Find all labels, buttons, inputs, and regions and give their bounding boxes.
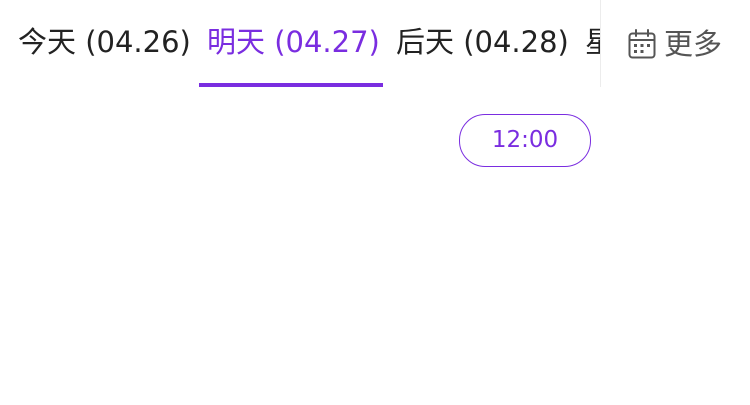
date-tab-day-after[interactable]: 后天 (04.28) bbox=[396, 0, 569, 87]
more-dates-button[interactable]: 更多 bbox=[628, 24, 722, 64]
date-tab-today[interactable]: 今天 (04.26) bbox=[18, 0, 191, 87]
more-dates-area: 更多 bbox=[600, 0, 750, 87]
active-tab-indicator bbox=[199, 83, 383, 87]
time-slot-button[interactable]: 12:00 bbox=[459, 114, 591, 167]
more-dates-label: 更多 bbox=[664, 27, 723, 61]
date-tab-weekday[interactable]: 星 bbox=[585, 0, 600, 87]
date-tabs-scroll[interactable]: 今天 (04.26) 明天 (04.27) 后天 (04.28) 星 bbox=[0, 0, 600, 87]
date-tab-tomorrow[interactable]: 明天 (04.27) bbox=[207, 0, 380, 87]
page: 今天 (04.26) 明天 (04.27) 后天 (04.28) 星 更多 12… bbox=[0, 0, 750, 405]
calendar-icon bbox=[628, 29, 656, 59]
date-tab-bar: 今天 (04.26) 明天 (04.27) 后天 (04.28) 星 更多 bbox=[0, 0, 750, 87]
more-divider bbox=[600, 0, 601, 87]
